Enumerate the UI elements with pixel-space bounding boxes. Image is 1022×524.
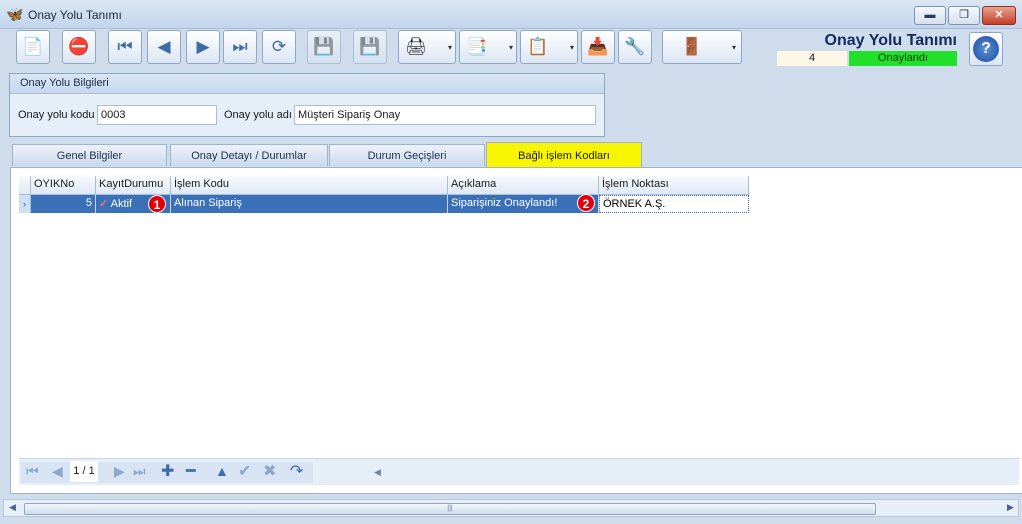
cell-oyikno[interactable]: 5 xyxy=(31,195,96,213)
exit-button[interactable]: 🚪 ▾ xyxy=(662,30,742,64)
export-icon: 📋 xyxy=(527,37,549,56)
last-record-icon: ⏭ xyxy=(232,37,248,56)
help-button[interactable]: ? xyxy=(969,32,1003,66)
previous-record-icon: ◀ xyxy=(157,37,171,56)
exit-door-icon: 🚪 xyxy=(681,37,703,56)
nav-prev-icon[interactable]: ◀ xyxy=(52,463,63,480)
info-group-title: Onay Yolu Bilgileri xyxy=(10,74,604,94)
grid-scroll-left-icon[interactable]: ◀ xyxy=(374,467,381,478)
close-window-button[interactable]: ✕ xyxy=(982,6,1016,25)
grid-navigator: ⏮ ◀ 1 / 1 ▶ ⏭ ✚ ━ ▲ ✔ ✖ ↷ ◀ xyxy=(19,458,1019,485)
scroll-left-icon[interactable]: ◀ xyxy=(9,502,16,513)
cell-islem-noktasi[interactable]: ÖRNEK A.Ş. xyxy=(599,195,749,213)
nav-refresh-icon[interactable]: ↷ xyxy=(290,461,303,481)
annotation-badge-2: 2 xyxy=(577,194,595,212)
code-input[interactable]: 0003 xyxy=(97,105,217,125)
column-header-islem-kodu[interactable]: İşlem Kodu xyxy=(171,176,448,195)
column-header-aciklama[interactable]: Açıklama xyxy=(448,176,599,195)
print-button[interactable]: 🖨 ▾ xyxy=(398,30,456,64)
nav-first-icon[interactable]: ⏮ xyxy=(26,463,39,480)
window-titlebar: 🦋 Onay Yolu Tanımı ▬ ❐ ✕ xyxy=(0,0,1022,29)
first-record-icon: ⏮ xyxy=(117,37,133,56)
horizontal-scrollbar[interactable]: ◀ ||| ▶ xyxy=(3,499,1019,517)
refresh-icon: ⟳ xyxy=(271,37,287,56)
export-button[interactable]: 📋 ▾ xyxy=(520,30,578,64)
butterfly-app-icon: 🦋 xyxy=(6,6,24,22)
nav-up-icon[interactable]: ▲ xyxy=(215,463,229,479)
page-title: Onay Yolu Tanımı xyxy=(824,32,957,49)
tab-genel-bilgiler[interactable]: Genel Bilgiler xyxy=(12,144,167,166)
first-record-button[interactable]: ⏮ xyxy=(108,30,142,64)
nav-last-icon[interactable]: ⏭ xyxy=(133,463,146,480)
column-header-kayitdurumu[interactable]: KayıtDurumu xyxy=(96,176,171,195)
annotation-badge-1: 1 xyxy=(148,195,166,213)
data-grid: OYIKNo KayıtDurumu İşlem Kodu Açıklama İ… xyxy=(19,176,1019,458)
help-icon: ? xyxy=(973,36,999,62)
nav-remove-icon[interactable]: ━ xyxy=(186,461,196,481)
tab-onay-detayi[interactable]: Onay Detayı / Durumlar xyxy=(170,144,328,166)
save-button[interactable]: 💾 xyxy=(307,30,341,64)
status-badge: Onaylandı xyxy=(849,51,957,66)
import-icon: 📥 xyxy=(587,37,609,56)
info-group: Onay Yolu Bilgileri Onay yolu kodu 0003 … xyxy=(9,73,605,137)
tab-bagli-islem-kodlari[interactable]: Bağlı işlem Kodları xyxy=(486,142,642,168)
nav-confirm-icon[interactable]: ✔ xyxy=(238,461,251,481)
row-header-corner xyxy=(19,176,31,195)
chevron-down-icon: ▾ xyxy=(569,43,574,52)
pdf-icon: 📑 xyxy=(466,37,488,56)
nav-cancel-icon[interactable]: ✖ xyxy=(263,461,276,481)
previous-record-button[interactable]: ◀ xyxy=(147,30,181,64)
column-header-islem-noktasi[interactable]: İşlem Noktası xyxy=(599,176,749,195)
refresh-button[interactable]: ⟳ xyxy=(262,30,296,64)
wrench-icon: 🔧 xyxy=(624,37,646,56)
last-record-button[interactable]: ⏭ xyxy=(223,30,257,64)
nav-position: 1 / 1 xyxy=(70,461,98,482)
delete-document-button[interactable]: ⛔ xyxy=(62,30,96,64)
tab-durum-gecisleri[interactable]: Durum Geçişleri xyxy=(329,144,485,166)
cancel-save-button[interactable]: 💾 xyxy=(353,30,387,64)
save-icon: 💾 xyxy=(313,37,335,56)
new-document-button[interactable]: 📄 xyxy=(16,30,50,64)
name-label: Onay yolu adı xyxy=(224,109,292,121)
chevron-down-icon: ▾ xyxy=(731,43,736,52)
window-title: Onay Yolu Tanımı xyxy=(28,8,122,22)
nav-add-icon[interactable]: ✚ xyxy=(161,461,174,481)
row-indicator[interactable]: › xyxy=(19,195,31,213)
tools-button[interactable]: 🔧 xyxy=(618,30,652,64)
scrollbar-thumb[interactable]: ||| xyxy=(24,503,876,515)
cancel-save-icon: 💾 xyxy=(359,37,381,56)
name-input[interactable]: Müşteri Sipariş Onay xyxy=(294,105,596,125)
restore-button[interactable]: ❐ xyxy=(948,6,980,25)
status-text: Aktif xyxy=(110,198,133,210)
code-label: Onay yolu kodu xyxy=(18,109,95,121)
chevron-down-icon: ▾ xyxy=(447,43,452,52)
column-header-oyikno[interactable]: OYIKNo xyxy=(31,176,96,195)
pdf-export-button[interactable]: 📑 ▾ xyxy=(459,30,517,64)
check-icon: ✓ xyxy=(99,198,109,210)
tab-panel: OYIKNo KayıtDurumu İşlem Kodu Açıklama İ… xyxy=(10,167,1022,494)
next-record-icon: ▶ xyxy=(196,37,210,56)
minimize-button[interactable]: ▬ xyxy=(914,6,946,25)
next-record-button[interactable]: ▶ xyxy=(186,30,220,64)
delete-document-icon: ⛔ xyxy=(68,37,90,56)
cell-islem-kodu[interactable]: Alınan Sipariş xyxy=(171,195,448,213)
chevron-down-icon: ▾ xyxy=(508,43,513,52)
import-button[interactable]: 📥 xyxy=(581,30,615,64)
printer-icon: 🖨 xyxy=(405,37,427,56)
new-document-icon: 📄 xyxy=(22,37,44,56)
record-number: 4 xyxy=(777,51,847,66)
nav-next-icon[interactable]: ▶ xyxy=(114,463,125,480)
scroll-right-icon[interactable]: ▶ xyxy=(1007,502,1014,513)
